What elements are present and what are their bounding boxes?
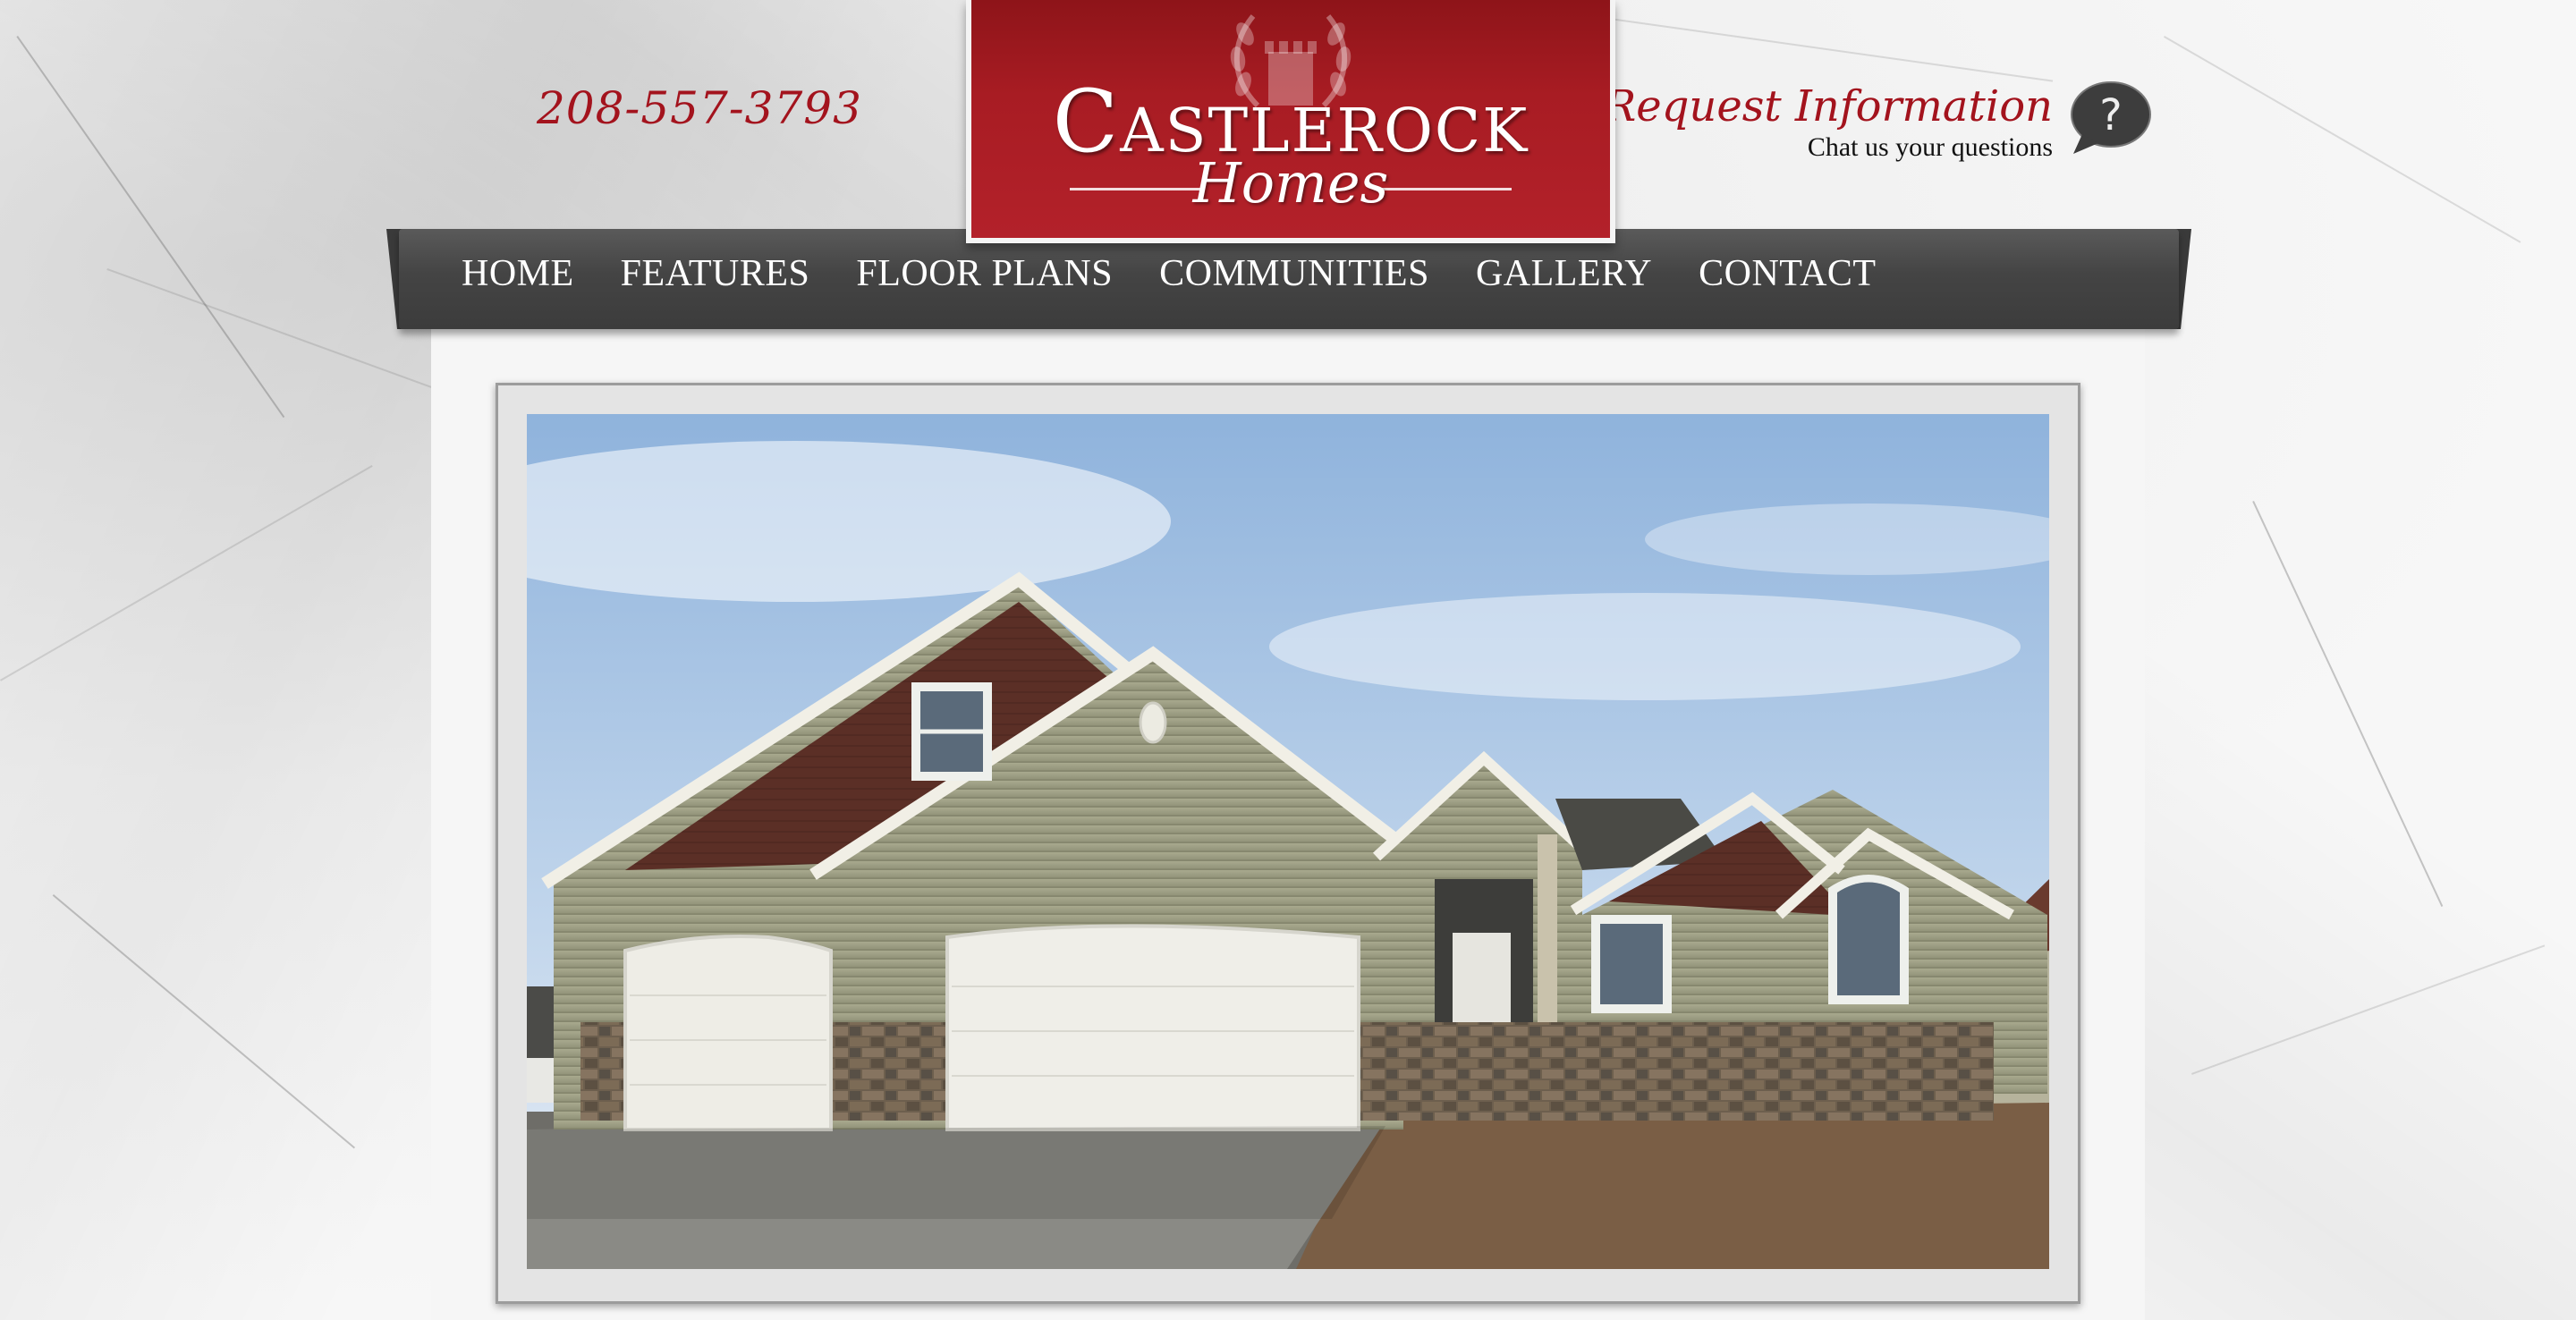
main-navigation: HOME FEATURES FLOOR PLANS COMMUNITIES GA… <box>386 229 2191 329</box>
hero-frame <box>496 383 2080 1304</box>
marble-vein <box>1609 18 2054 82</box>
castlerock-logo[interactable]: Castlerock Homes <box>966 0 1615 243</box>
request-subtitle: Chat us your questions <box>1807 132 2053 162</box>
nav-item-gallery[interactable]: GALLERY <box>1476 252 1652 295</box>
marble-vein <box>2191 944 2546 1075</box>
nav-item-home[interactable]: HOME <box>462 252 574 295</box>
house-photo <box>527 414 2049 1269</box>
marble-vein <box>52 894 356 1149</box>
marble-vein <box>2252 501 2444 907</box>
request-title[interactable]: Request Information <box>1604 80 2053 132</box>
question-bubble-icon[interactable]: ? <box>2066 80 2152 156</box>
nav-item-communities[interactable]: COMMUNITIES <box>1159 252 1429 295</box>
nav-item-features[interactable]: FEATURES <box>621 252 810 295</box>
nav-item-contact[interactable]: CONTACT <box>1699 252 1876 295</box>
marble-vein <box>2164 36 2521 243</box>
request-information[interactable]: Request Information Chat us your questio… <box>1604 80 2053 163</box>
logo-script: Homes <box>1192 150 1389 216</box>
marble-vein <box>0 465 373 681</box>
marble-vein <box>16 36 285 419</box>
phone-number[interactable]: 208-557-3793 <box>537 82 862 134</box>
nav-item-floor-plans[interactable]: FLOOR PLANS <box>856 252 1113 295</box>
svg-text:?: ? <box>2099 90 2122 140</box>
